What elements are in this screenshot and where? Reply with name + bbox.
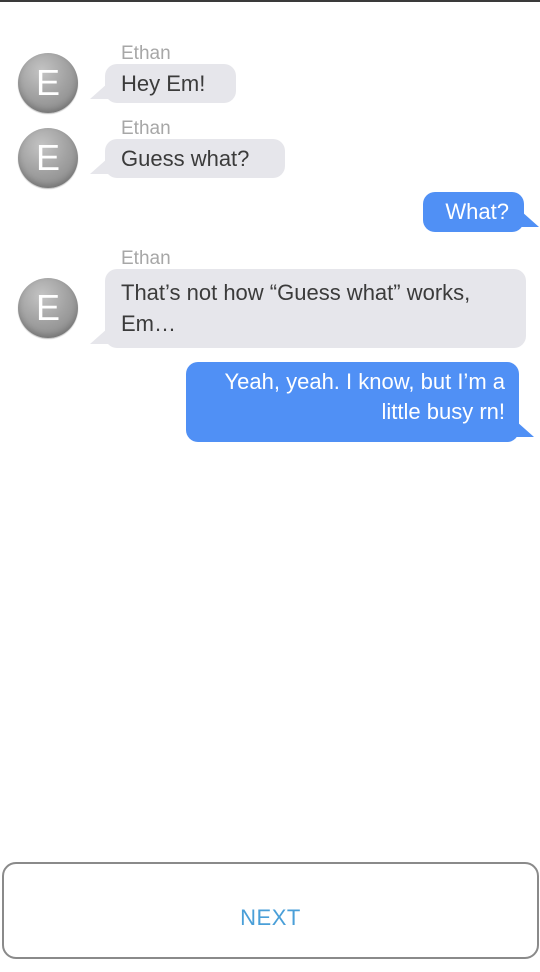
message-bubble: That’s not how “Guess what” works, Em… bbox=[105, 269, 526, 348]
avatar-letter: E bbox=[35, 137, 60, 178]
avatar: E bbox=[18, 128, 78, 188]
sender-name: Ethan bbox=[121, 43, 171, 64]
message-bubble: Hey Em! bbox=[105, 64, 236, 103]
sender-name: Ethan bbox=[121, 118, 171, 139]
next-button[interactable]: NEXT bbox=[2, 862, 539, 959]
message-line: That’s not how “Guess what” works, bbox=[121, 280, 471, 305]
message-bubble-outgoing: Yeah, yeah. I know, but I’m a little bus… bbox=[186, 362, 519, 442]
message-text: Guess what? bbox=[121, 146, 250, 171]
message-line: Em… bbox=[121, 311, 176, 336]
avatar: E bbox=[18, 278, 78, 338]
top-divider bbox=[0, 0, 540, 2]
sender-name: Ethan bbox=[121, 248, 171, 269]
message-bubble: Guess what? bbox=[105, 139, 285, 178]
message-bubble-outgoing: What? bbox=[423, 192, 524, 232]
avatar: E bbox=[18, 53, 78, 113]
avatar-letter: E bbox=[35, 287, 60, 328]
message-line: Yeah, yeah. I know, but I’m a bbox=[224, 369, 505, 394]
message-text: Hey Em! bbox=[121, 71, 206, 96]
message-text: What? bbox=[445, 199, 509, 224]
message-line: little busy rn! bbox=[381, 399, 506, 424]
avatar-letter: E bbox=[35, 62, 60, 103]
